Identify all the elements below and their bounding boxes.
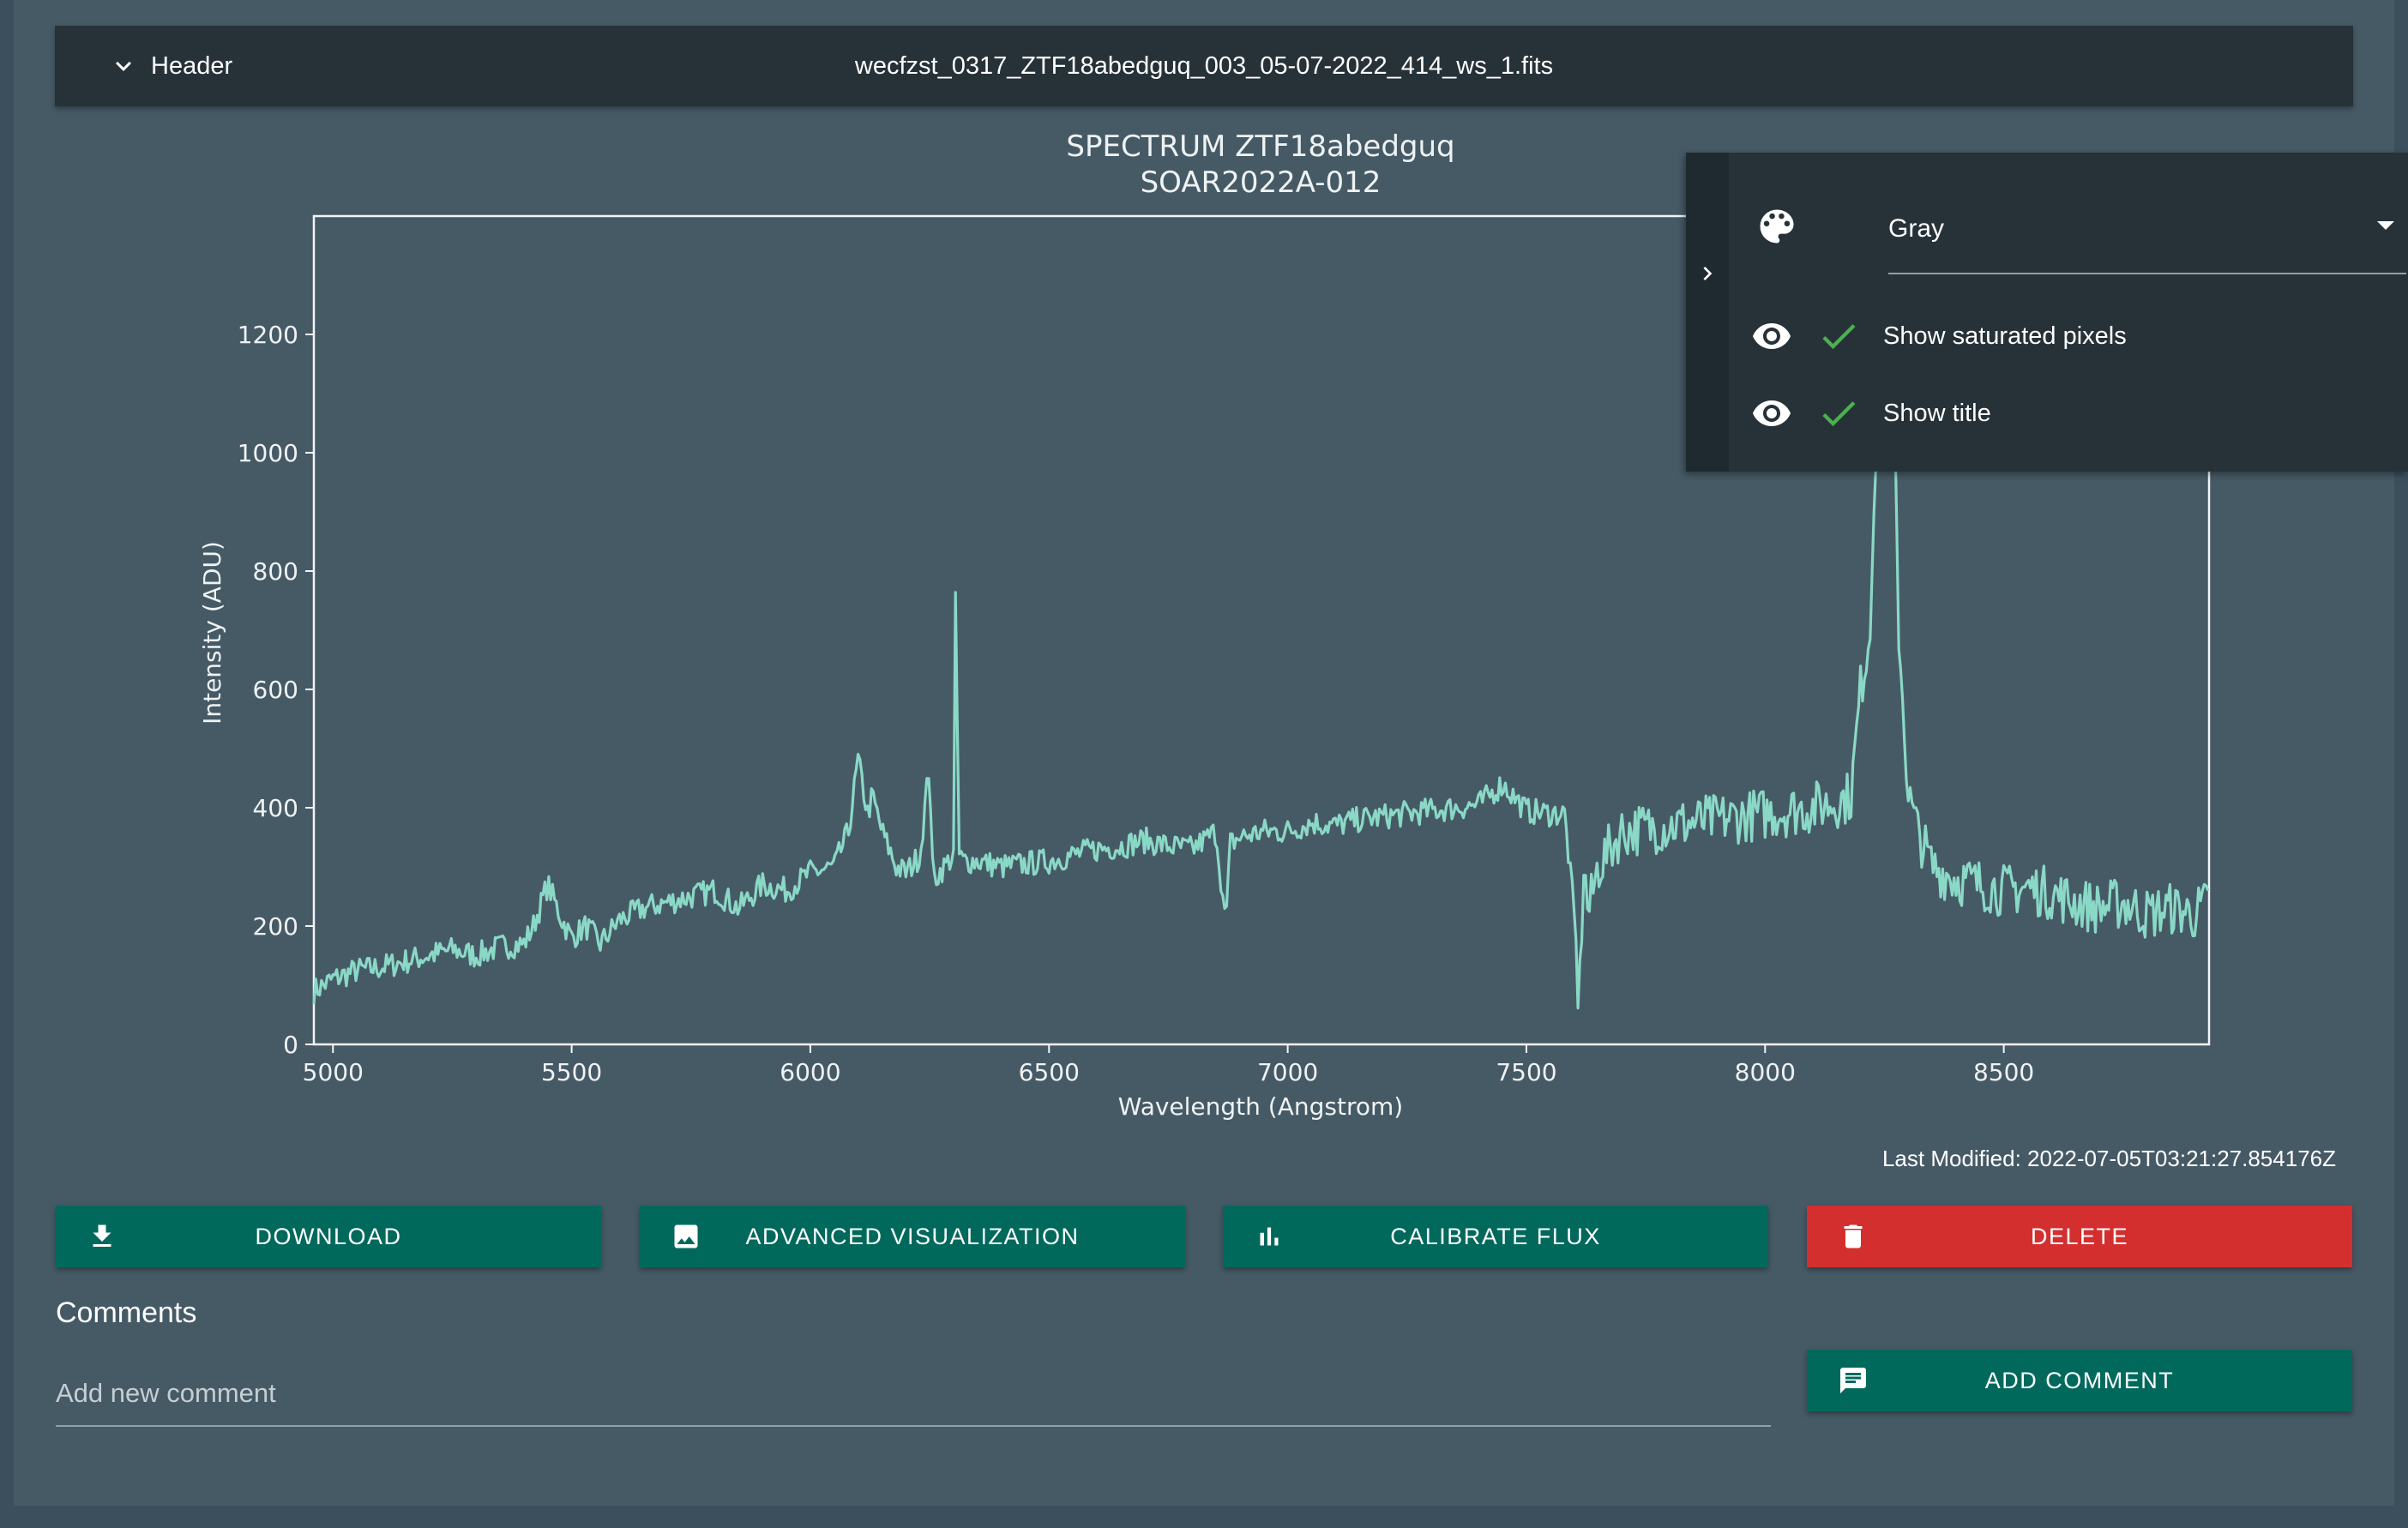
x-tick-label: 5500 (541, 1058, 602, 1086)
comments-title: Comments (56, 1296, 197, 1329)
comment-icon (1840, 1368, 1866, 1393)
palette-icon (1760, 209, 1794, 244)
file-name: wecfzst_0317_ZTF18abedguq_003_05-07-2022… (854, 52, 1554, 80)
image-icon (674, 1224, 698, 1248)
advanced-visualization-button[interactable]: ADVANCED VISUALIZATION (640, 1206, 1185, 1267)
x-tick-label: 8500 (1973, 1058, 2034, 1086)
option-label: Show saturated pixels (1883, 322, 2127, 350)
add-comment-label: ADD COMMENT (1984, 1367, 2175, 1393)
x-tick-label: 7500 (1496, 1058, 1556, 1086)
download-icon (93, 1224, 111, 1247)
delete-label: DELETE (2030, 1223, 2129, 1249)
calibrate-flux-button[interactable]: CALIBRATE FLUX (1223, 1206, 1768, 1267)
last-modified-text: Last Modified: 2022-07-05T03:21:27.85417… (1881, 1146, 2336, 1171)
x-tick-label: 7000 (1257, 1058, 1318, 1086)
y-tick-label: 200 (253, 912, 298, 941)
eye-icon[interactable] (1751, 393, 1792, 434)
x-axis-label: Wavelength (Angstrom) (1118, 1092, 1403, 1121)
y-tick-label: 1000 (238, 439, 298, 467)
chart-subtitle: SOAR2022A-012 (1141, 165, 1382, 200)
calibrate-flux-label: CALIBRATE FLUX (1390, 1223, 1601, 1249)
y-tick-label: 1200 (238, 321, 298, 349)
colormap-row: Gray (1751, 204, 2406, 274)
advanced-visualization-label: ADVANCED VISUALIZATION (745, 1223, 1080, 1249)
comment-input[interactable] (56, 1362, 1771, 1427)
trash-icon (1844, 1224, 1863, 1248)
colormap-value: Gray (1888, 214, 1945, 243)
collapse-panel-handle[interactable] (1686, 153, 1729, 472)
x-tick-label: 6500 (1019, 1058, 1080, 1086)
y-tick-label: 600 (253, 676, 298, 704)
x-tick-label: 6000 (780, 1058, 840, 1086)
chevron-right-icon (1703, 267, 1713, 280)
y-tick-label: 800 (253, 557, 298, 586)
chart-title: SPECTRUM ZTF18abedguq (1066, 129, 1454, 164)
dropdown-arrow-icon (2377, 221, 2394, 230)
y-tick-label: 0 (283, 1031, 298, 1059)
colormap-select[interactable]: Gray (1888, 204, 2406, 274)
download-button[interactable]: DOWNLOAD (56, 1206, 601, 1267)
eye-icon[interactable] (1751, 316, 1792, 357)
option-show-saturated-pixels: Show saturated pixels (1751, 310, 2351, 362)
delete-button[interactable]: DELETE (1807, 1206, 2352, 1267)
y-axis-label: Intensity (ADU) (198, 541, 226, 725)
option-show-title: Show title (1751, 388, 2351, 439)
bar-chart-icon (1260, 1227, 1279, 1246)
check-icon[interactable] (1816, 391, 1861, 436)
check-icon[interactable] (1816, 314, 1861, 358)
x-tick-label: 5000 (303, 1058, 364, 1086)
option-label: Show title (1883, 399, 1991, 427)
header-bar: Header wecfzst_0317_ZTF18abedguq_003_05-… (55, 26, 2353, 106)
add-comment-button[interactable]: ADD COMMENT (1807, 1350, 2352, 1411)
display-settings-panel: Gray Show saturated pixels Show title (1686, 153, 2408, 472)
x-tick-label: 8000 (1735, 1058, 1796, 1086)
download-label: DOWNLOAD (255, 1223, 402, 1249)
y-tick-label: 400 (253, 794, 298, 822)
